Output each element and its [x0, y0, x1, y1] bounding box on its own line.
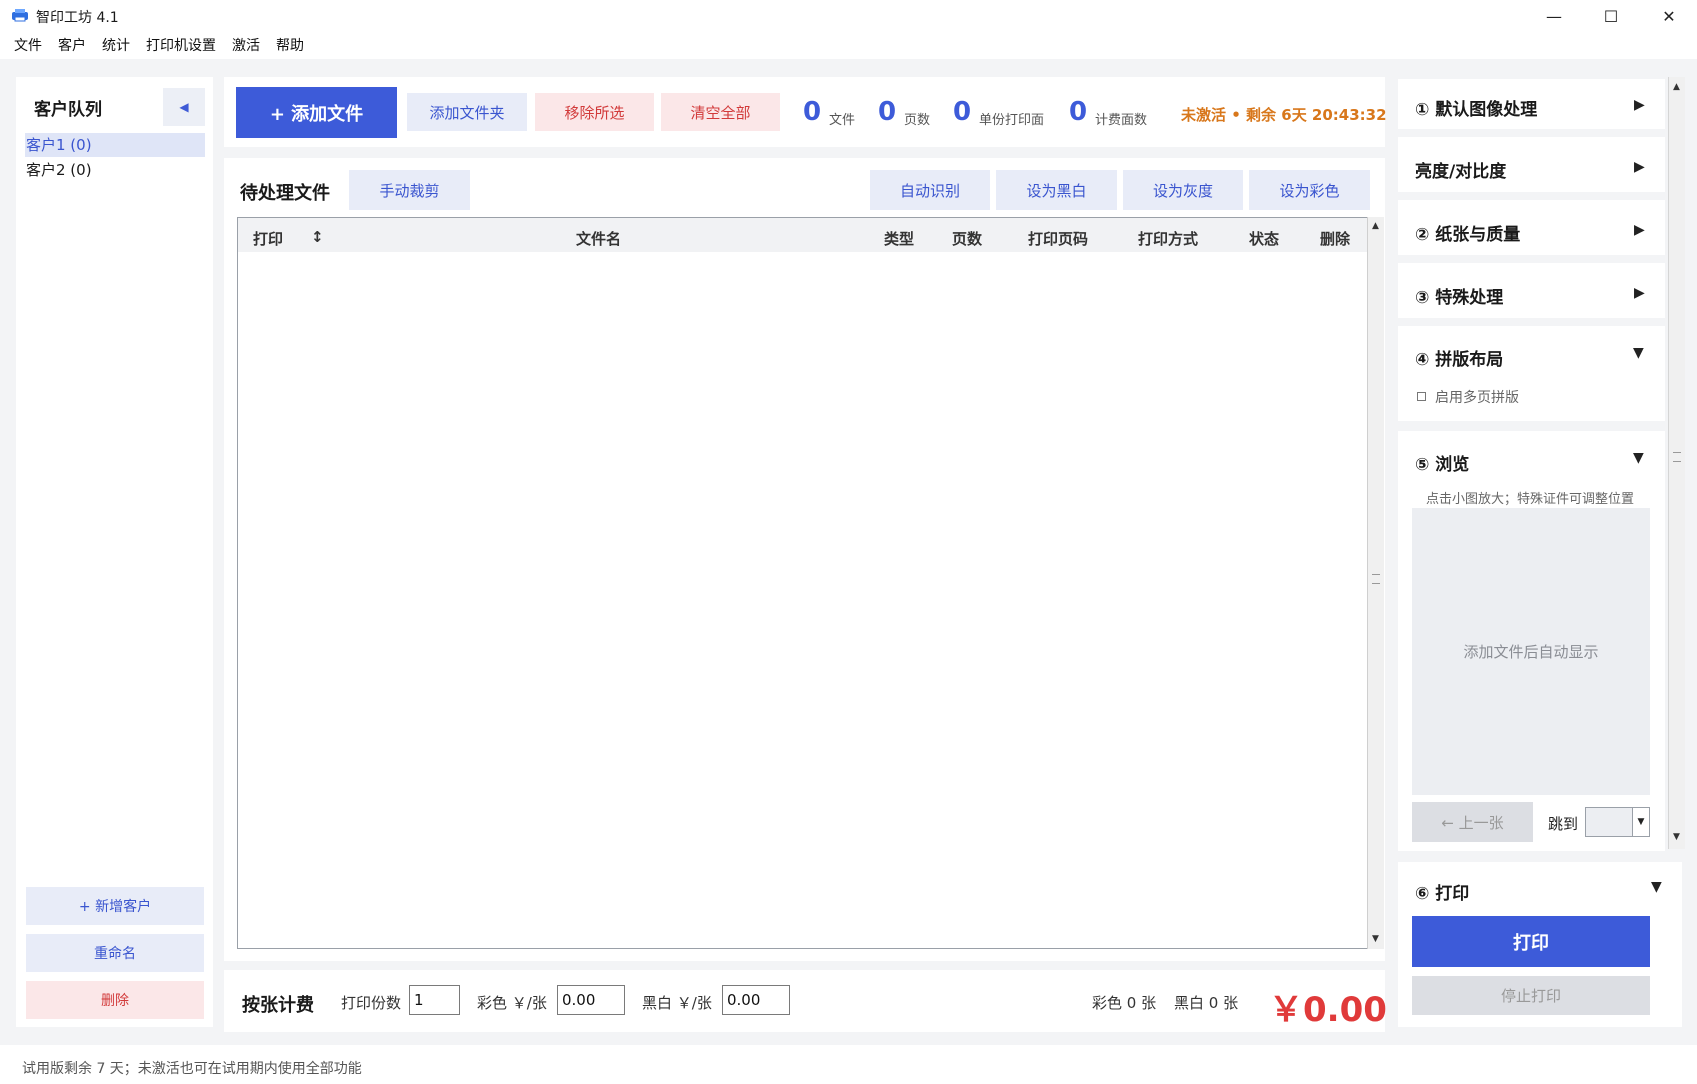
billing-title: 按张计费 [242, 995, 314, 1016]
preview-placeholder: 添加文件后自动显示 [1463, 643, 1599, 661]
bw-price-label: 黑白 ￥/张 [642, 994, 712, 1012]
customer-item-1[interactable]: 客户1 (0) [25, 133, 205, 157]
activation-status: 未激活 • 剩余 6天 20:43:32 [1181, 106, 1387, 124]
bw-sheet-count: 黑白 0 张 [1174, 994, 1239, 1012]
chevron-right-icon[interactable]: ▶ [1634, 285, 1645, 301]
menu-statistics[interactable]: 统计 [94, 33, 138, 59]
section-brightness-title[interactable]: 亮度/对比度 [1415, 157, 1506, 182]
copies-input[interactable]: 1 [409, 985, 460, 1015]
section-print-title[interactable]: ⑥ 打印 [1415, 879, 1469, 904]
multi-page-checkbox[interactable] [1417, 392, 1426, 401]
column-status[interactable]: 状态 [1249, 228, 1279, 249]
chevron-down-icon[interactable]: ▼ [1651, 879, 1662, 895]
close-button[interactable]: ✕ [1641, 0, 1697, 33]
section-browse-title[interactable]: ⑤ 浏览 [1415, 450, 1469, 475]
menu-file[interactable]: 文件 [6, 33, 50, 59]
settings-scrollbar[interactable]: ▲ ▼ [1668, 77, 1685, 849]
customer-queue-panel [16, 77, 213, 1027]
file-table-scrollbar[interactable]: ▲ ▼ [1367, 217, 1384, 949]
rename-customer-button[interactable]: 重命名 [26, 934, 204, 972]
jump-to-label: 跳到 [1548, 815, 1579, 833]
menu-activate[interactable]: 激活 [224, 33, 268, 59]
title-bar [0, 0, 1697, 33]
chevron-right-icon[interactable]: ▶ [1634, 159, 1645, 175]
column-type[interactable]: 类型 [884, 228, 914, 249]
browse-hint: 点击小图放大；特殊证件可调整位置 [1426, 492, 1635, 507]
page-count-value: 0 [878, 97, 897, 127]
collapse-panel-button[interactable]: ◀ [163, 88, 205, 126]
menu-printer-settings[interactable]: 打印机设置 [138, 33, 224, 59]
status-text: 试用版剩余 7 天；未激活也可在试用期内使用全部功能 [22, 1061, 362, 1077]
dropdown-caret-icon[interactable]: ▼ [1632, 808, 1649, 836]
color-price-input[interactable]: 0.00 [557, 985, 625, 1015]
customer-item-2[interactable]: 客户2 (0) [25, 158, 205, 182]
copies-label: 打印份数 [341, 994, 402, 1012]
previous-page-button[interactable]: ← 上一张 [1412, 802, 1533, 842]
file-table[interactable] [237, 217, 1368, 949]
column-print[interactable]: 打印 [253, 228, 283, 249]
scroll-up-arrow-icon[interactable]: ▲ [1669, 79, 1684, 94]
billed-sides-value: 0 [1069, 97, 1088, 127]
delete-customer-button[interactable]: 删除 [26, 981, 204, 1019]
pending-files-title: 待处理文件 [240, 183, 330, 204]
auto-detect-button[interactable]: 自动识别 [870, 170, 990, 210]
customer-queue-title: 客户队列 [34, 100, 102, 120]
file-count-value: 0 [803, 97, 822, 127]
total-amount: ￥0.00 [1269, 990, 1387, 1030]
column-delete[interactable]: 删除 [1320, 228, 1350, 249]
file-count-label: 文件 [829, 113, 856, 128]
add-customer-button[interactable]: + 新增客户 [26, 887, 204, 925]
jump-to-select[interactable]: ▼ [1585, 807, 1650, 837]
sides-per-copy-label: 单份打印面 [979, 113, 1045, 128]
app-printer-icon [12, 9, 28, 22]
remove-selected-button[interactable]: 移除所选 [535, 93, 654, 131]
add-file-button[interactable]: + 添加文件 [236, 87, 397, 138]
color-sheet-count: 彩色 0 张 [1092, 994, 1157, 1012]
minimize-button[interactable]: — [1526, 0, 1582, 33]
menu-customer[interactable]: 客户 [50, 33, 94, 59]
sides-per-copy-value: 0 [953, 97, 972, 127]
set-color-button[interactable]: 设为彩色 [1249, 170, 1370, 210]
chevron-right-icon[interactable]: ▶ [1634, 97, 1645, 113]
page-count-label: 页数 [904, 113, 931, 128]
scroll-down-arrow-icon[interactable]: ▼ [1368, 931, 1383, 946]
section-special-title[interactable]: ③ 特殊处理 [1415, 283, 1503, 308]
clear-all-button[interactable]: 清空全部 [661, 93, 780, 131]
billed-sides-label: 计费面数 [1095, 113, 1148, 128]
chevron-right-icon[interactable]: ▶ [1634, 222, 1645, 238]
set-bw-button[interactable]: 设为黑白 [996, 170, 1117, 210]
column-filename[interactable]: 文件名 [576, 228, 621, 249]
window-title: 智印工坊 4.1 [36, 10, 119, 26]
scroll-up-arrow-icon[interactable]: ▲ [1368, 218, 1383, 233]
scroll-grip-icon [1673, 452, 1681, 462]
bw-price-input[interactable]: 0.00 [722, 985, 790, 1015]
chevron-left-icon: ◀ [179, 100, 189, 114]
manual-crop-button[interactable]: 手动裁剪 [349, 170, 470, 210]
column-print-pages[interactable]: 打印页码 [1028, 228, 1088, 249]
chevron-down-icon[interactable]: ▼ [1633, 450, 1644, 466]
menu-help[interactable]: 帮助 [268, 33, 312, 59]
scroll-grip-icon [1372, 574, 1380, 584]
chevron-down-icon[interactable]: ▼ [1633, 345, 1644, 361]
menu-bar: 文件 客户 统计 打印机设置 激活 帮助 [0, 33, 1697, 59]
section-layout-title[interactable]: ④ 拼版布局 [1415, 345, 1503, 370]
column-pages[interactable]: 页数 [952, 228, 982, 249]
section-default-image-title[interactable]: ① 默认图像处理 [1415, 95, 1537, 120]
column-print-mode[interactable]: 打印方式 [1138, 228, 1198, 249]
section-paper-quality-title[interactable]: ② 纸张与质量 [1415, 220, 1520, 245]
stop-print-button[interactable]: 停止打印 [1412, 976, 1650, 1015]
scroll-down-arrow-icon[interactable]: ▼ [1669, 829, 1684, 844]
set-grayscale-button[interactable]: 设为灰度 [1123, 170, 1243, 210]
preview-area[interactable]: 添加文件后自动显示 [1412, 508, 1650, 795]
print-button[interactable]: 打印 [1412, 916, 1650, 967]
maximize-button[interactable]: ☐ [1583, 0, 1639, 33]
multi-page-label[interactable]: 启用多页拼版 [1435, 387, 1519, 407]
add-folder-button[interactable]: 添加文件夹 [407, 93, 527, 131]
column-sort-icon[interactable]: ↕ [311, 228, 324, 246]
color-price-label: 彩色 ￥/张 [477, 994, 547, 1012]
